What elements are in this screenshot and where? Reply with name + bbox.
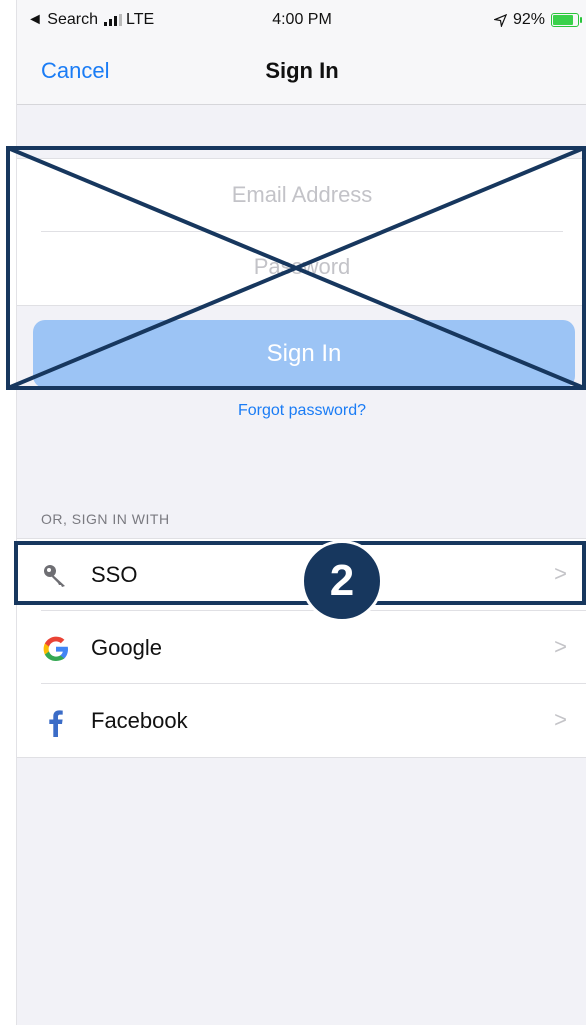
alt-signin-section-label: OR, SIGN IN WITH <box>41 511 170 527</box>
row-divider <box>41 683 586 684</box>
google-row[interactable]: Google > <box>17 612 586 684</box>
sso-highlight-box <box>14 541 586 605</box>
battery-icon <box>551 13 582 27</box>
battery-percent: 92% <box>512 11 545 28</box>
google-label: Google <box>91 635 162 660</box>
google-icon <box>43 636 68 661</box>
facebook-label: Facebook <box>91 708 188 733</box>
battery-fill <box>553 15 574 25</box>
facebook-icon <box>49 710 63 737</box>
navigation-bar: Cancel Sign In <box>17 40 586 105</box>
facebook-row[interactable]: Facebook > <box>17 685 586 757</box>
status-right: 92% <box>493 11 582 29</box>
chevron-right-icon: > <box>554 707 567 732</box>
location-arrow-icon <box>493 13 507 27</box>
page-title: Sign In <box>265 58 339 83</box>
chevron-right-icon: > <box>554 634 567 659</box>
step-number-badge: 2 <box>301 540 383 622</box>
crossed-out-annotation <box>6 146 586 390</box>
status-bar: ◄ Search LTE 4:00 PM 92% <box>17 0 586 40</box>
forgot-password-link[interactable]: Forgot password? <box>17 402 586 420</box>
